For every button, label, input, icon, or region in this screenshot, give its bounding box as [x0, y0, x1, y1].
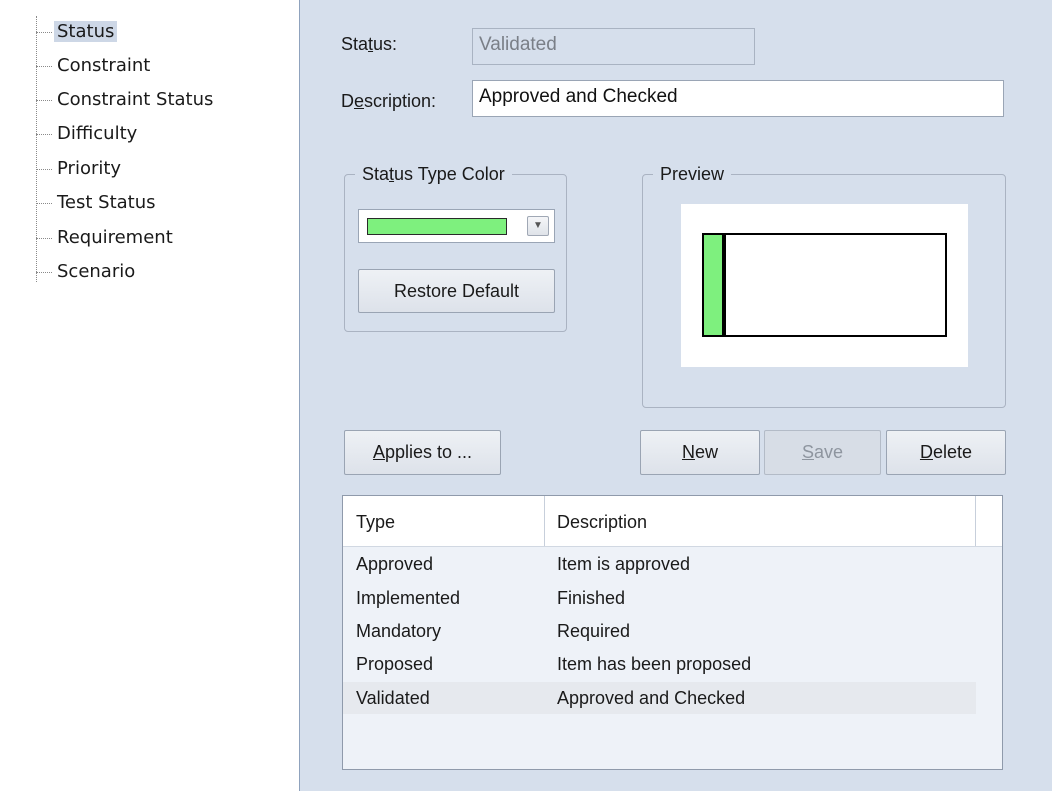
tree-item-test-status[interactable]: Test Status — [36, 187, 159, 219]
row-type: Validated — [356, 688, 430, 708]
tree-item-scenario[interactable]: Scenario — [36, 256, 138, 288]
column-divider[interactable] — [975, 496, 976, 546]
tree-branch-line — [36, 100, 52, 101]
description-field[interactable]: Approved and Checked — [472, 80, 1004, 117]
restore-default-button[interactable]: Restore Default — [358, 269, 555, 313]
row-description: Item is approved — [557, 554, 691, 574]
tree-item-label: Priority — [57, 158, 122, 179]
tree-branch-line — [36, 32, 52, 33]
row-description: Approved and Checked — [557, 688, 746, 708]
tree-branch-line — [36, 134, 52, 135]
new-button[interactable]: New — [640, 430, 760, 475]
preview-legend: Preview — [660, 164, 725, 184]
tree-item-requirement[interactable]: Requirement — [36, 222, 176, 254]
tree-item-status[interactable]: Status — [36, 16, 118, 48]
category-tree[interactable]: Status Constraint Constraint Status Diff… — [0, 0, 300, 791]
tree-branch-line — [36, 66, 52, 67]
save-button[interactable]: Save — [764, 430, 881, 475]
list-row[interactable]: Approved Item is approved — [343, 548, 976, 580]
column-header-description[interactable]: Description — [544, 496, 975, 546]
tree-item-label: Test Status — [57, 192, 156, 213]
column-header-type[interactable]: Type — [343, 496, 544, 546]
tree-item-difficulty[interactable]: Difficulty — [36, 118, 140, 150]
status-properties-panel: Status: Validated Description: Approved … — [300, 0, 1052, 791]
preview-element-shape — [702, 233, 947, 337]
tree-item-label: Scenario — [57, 261, 136, 282]
row-type: Approved — [356, 554, 434, 574]
list-row[interactable]: Implemented Finished — [343, 582, 976, 614]
tree-branch-line — [36, 169, 52, 170]
row-type: Proposed — [356, 654, 434, 674]
list-row[interactable]: Mandatory Required — [343, 615, 976, 647]
status-label: Status: — [341, 34, 398, 54]
tree-branch-line — [36, 272, 52, 273]
tree-item-constraint-status[interactable]: Constraint Status — [36, 84, 216, 116]
list-header: Type Description — [343, 496, 1002, 547]
tree-branch-line — [36, 203, 52, 204]
preview-status-bar — [704, 235, 726, 335]
row-type: Implemented — [356, 588, 461, 608]
tree-item-constraint[interactable]: Constraint — [36, 50, 153, 82]
tree-item-label: Constraint Status — [57, 89, 214, 110]
row-description: Item has been proposed — [557, 654, 752, 674]
preview-canvas — [681, 204, 968, 367]
tree-item-label: Status — [54, 21, 118, 42]
status-type-color-legend: Status Type Color — [362, 164, 505, 184]
tree-item-priority[interactable]: Priority — [36, 153, 124, 185]
tree-item-label: Requirement — [57, 227, 173, 248]
tree-branch-line — [36, 238, 52, 239]
description-label: Description: — [341, 91, 437, 111]
list-row-selected[interactable]: Validated Approved and Checked — [343, 682, 976, 714]
status-types-list[interactable]: Type Description Approved Item is approv… — [342, 495, 1003, 770]
row-description: Required — [557, 621, 631, 641]
status-field: Validated — [472, 28, 755, 65]
list-row[interactable]: Proposed Item has been proposed — [343, 648, 976, 680]
color-swatch — [367, 218, 507, 235]
delete-button[interactable]: Delete — [886, 430, 1006, 475]
chevron-down-icon[interactable]: ▼ — [527, 216, 549, 236]
tree-item-label: Difficulty — [57, 123, 138, 144]
row-description: Finished — [557, 588, 626, 608]
applies-to-button[interactable]: Applies to ... — [344, 430, 501, 475]
row-type: Mandatory — [356, 621, 442, 641]
color-picker[interactable]: ▼ — [358, 209, 555, 243]
tree-item-label: Constraint — [57, 55, 151, 76]
